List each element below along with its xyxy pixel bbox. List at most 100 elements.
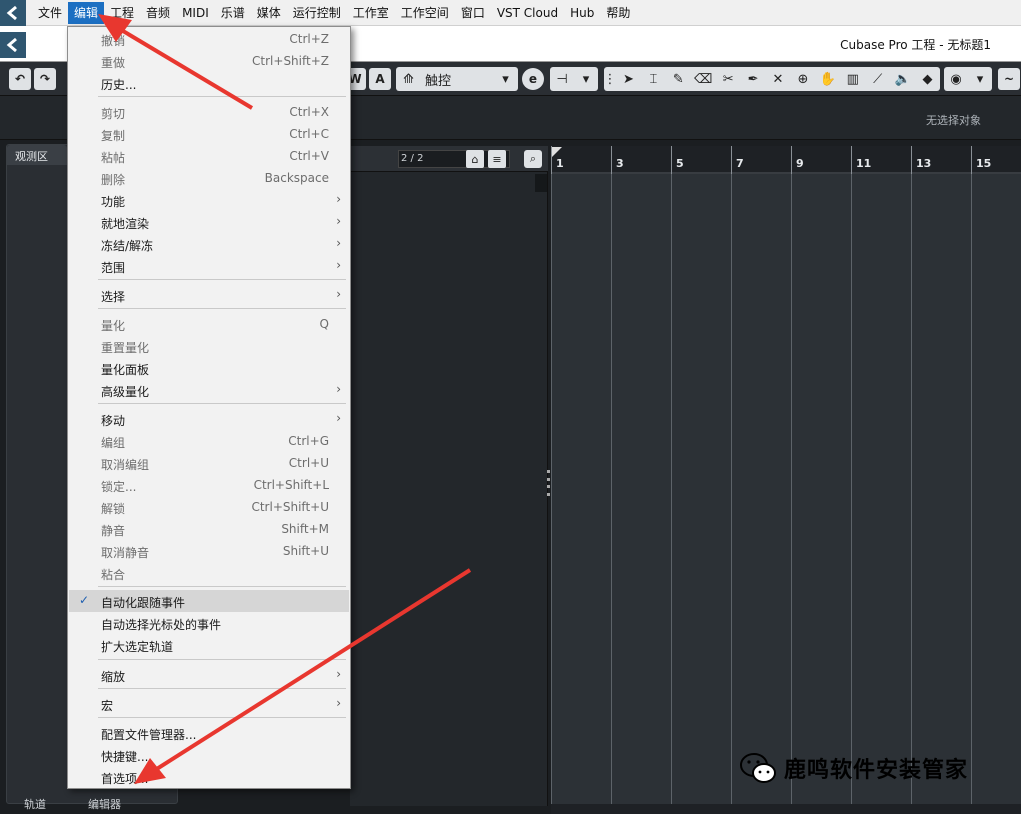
ruler-bar-label: 5 [676, 157, 684, 170]
range-tool-icon[interactable]: ⌶ [641, 67, 666, 91]
automation-mode-label: 触控 [425, 73, 452, 89]
color-select[interactable]: ◉ ▾ [944, 67, 992, 91]
menu-project[interactable]: 工程 [104, 2, 140, 24]
menu-item-unmute[interactable]: 取消静音 Shift+U [69, 540, 349, 562]
horizontal-scrollbar[interactable] [551, 804, 1021, 814]
snap-group[interactable]: ⊣ ▾ [550, 67, 598, 91]
menu-item-history[interactable]: 历史... [69, 72, 349, 94]
menu-item-automation-follows-events[interactable]: ✓ 自动化跟随事件 [69, 590, 349, 612]
menu-file[interactable]: 文件 [32, 2, 68, 24]
menu-item-select[interactable]: 选择 › [69, 284, 349, 306]
chevron-down-icon: ▾ [976, 71, 984, 87]
menu-audio[interactable]: 音频 [140, 2, 176, 24]
undo-button[interactable]: ↶ [9, 68, 31, 90]
menu-item-zoom[interactable]: 缩放 › [69, 664, 349, 686]
menu-item-enlarge-selected-track[interactable]: 扩大选定轨道 [69, 634, 349, 656]
comp-tool-icon[interactable]: ▥ [840, 67, 865, 91]
curve-button[interactable]: ~ [998, 68, 1020, 90]
chevron-right-icon: › [336, 696, 341, 710]
ruler-bar-label: 15 [976, 157, 992, 170]
track-list-icon[interactable]: ≡ [488, 150, 506, 168]
menu-item-mute[interactable]: 静音 Shift+M [69, 518, 349, 540]
pencil-tool-icon[interactable]: ✎ [666, 67, 691, 91]
menu-item-render-in-place[interactable]: 就地渲染 › [69, 211, 349, 233]
menu-midi[interactable]: MIDI [176, 2, 215, 24]
checkmark-icon: ✓ [79, 593, 90, 607]
menu-edit[interactable]: 编辑 [68, 1, 105, 24]
menu-item-auto-select-events[interactable]: 自动选择光标处的事件 [69, 612, 349, 634]
menu-item-freeze[interactable]: 冻结/解冻 › [69, 233, 349, 255]
menu-item-profile-manager[interactable]: 配置文件管理器... [69, 722, 349, 744]
automation-icon: ⟰ [403, 71, 414, 87]
search-icon[interactable]: ⌕ [524, 150, 542, 168]
menu-window[interactable]: 窗口 [455, 2, 491, 24]
menu-item-range[interactable]: 范围 › [69, 255, 349, 277]
menu-item-reset-quantize[interactable]: 重置量化 [69, 335, 349, 357]
menu-item-preferences[interactable]: 首选项... [69, 766, 349, 788]
scissors-tool-icon[interactable]: ✂ [716, 67, 741, 91]
tab-editor[interactable]: 编辑器 [88, 796, 121, 814]
menu-item-advanced-quantize[interactable]: 高级量化 › [69, 379, 349, 401]
event-display[interactable] [551, 174, 1021, 806]
glue-tool-icon[interactable]: ✒ [741, 67, 766, 91]
tools-group: ⋮ ➤ ⌶ ✎ ⌫ ✂ ✒ ✕ ⊕ ✋ ▥ ⟋ 🔈 ◆ [604, 67, 940, 91]
menu-item-quantize-panel[interactable]: 量化面板 [69, 357, 349, 379]
menu-item-redo[interactable]: 重做 Ctrl+Shift+Z [69, 50, 349, 72]
wechat-icon [740, 753, 776, 783]
chevron-right-icon: › [336, 411, 341, 425]
chevron-right-icon: › [336, 287, 341, 301]
eraser-tool-icon[interactable]: ⌫ [691, 67, 716, 91]
menu-item-cut[interactable]: 剪切 Ctrl+X [69, 101, 349, 123]
menu-item-ungroup[interactable]: 取消编组 Ctrl+U [69, 452, 349, 474]
menu-item-lock[interactable]: 锁定... Ctrl+Shift+L [69, 474, 349, 496]
a-button[interactable]: A [369, 68, 391, 90]
menu-item-delete[interactable]: 删除 Backspace [69, 167, 349, 189]
menu-vst-cloud[interactable]: VST Cloud [491, 2, 564, 24]
pointer-tool-icon[interactable]: ➤ [616, 67, 641, 91]
menu-score[interactable]: 乐谱 [215, 2, 251, 24]
mute-tool-icon[interactable]: ✕ [766, 67, 791, 91]
speaker-tool-icon[interactable]: 🔈 [890, 67, 915, 91]
menu-help[interactable]: 帮助 [600, 2, 636, 24]
window-title: Cubase Pro 工程 - 无标题1 [840, 38, 991, 52]
menu-bar: 文件 编辑 工程 音频 MIDI 乐谱 媒体 运行控制 工作室 工作空间 窗口 … [0, 0, 1021, 26]
ruler-bar-label: 13 [916, 157, 932, 170]
track-visibility-icon[interactable]: ⌂ [466, 150, 484, 168]
menu-workspaces[interactable]: 工作空间 [395, 2, 455, 24]
chevron-down-icon: ▾ [502, 71, 509, 87]
menu-item-unlock[interactable]: 解锁 Ctrl+Shift+U [69, 496, 349, 518]
automation-mode-select[interactable]: ⟰ 触控 ▾ [396, 67, 518, 91]
menu-transport[interactable]: 运行控制 [287, 2, 347, 24]
menu-hub[interactable]: Hub [564, 2, 600, 24]
palette-icon: ◉ [950, 71, 962, 87]
color-tool-icon[interactable]: ◆ [915, 67, 940, 91]
tab-tracks[interactable]: 轨道 [24, 796, 46, 814]
e-button[interactable]: e [522, 68, 544, 90]
chevron-right-icon: › [336, 258, 341, 272]
menu-item-undo[interactable]: 撤销 Ctrl+Z [69, 28, 349, 50]
hand-tool-icon[interactable]: ✋ [815, 67, 840, 91]
menu-item-functions[interactable]: 功能 › [69, 189, 349, 211]
menu-item-paste[interactable]: 粘帖 Ctrl+V [69, 145, 349, 167]
tab-inspector[interactable]: 观测区 [7, 145, 67, 165]
timeline-ruler[interactable]: 1 3 5 7 9 11 13 15 [551, 146, 1021, 174]
ruler-bar-label: 1 [556, 157, 564, 170]
menu-studio[interactable]: 工作室 [347, 2, 395, 24]
menu-media[interactable]: 媒体 [251, 2, 287, 24]
menu-item-move[interactable]: 移动 › [69, 408, 349, 430]
menu-item-macros[interactable]: 宏 › [69, 693, 349, 715]
menu-item-glue[interactable]: 粘合 [69, 562, 349, 584]
redo-button[interactable]: ↷ [34, 68, 56, 90]
chevron-right-icon: › [336, 236, 341, 250]
scrollbar[interactable] [535, 174, 547, 192]
menu-item-quantize[interactable]: 量化 Q [69, 313, 349, 335]
cycle-marker-icon [552, 147, 562, 157]
cubase-logo-icon[interactable] [0, 0, 26, 26]
line-tool-icon[interactable]: ⟋ [865, 67, 890, 91]
zoom-tool-icon[interactable]: ⊕ [790, 67, 815, 91]
chevron-right-icon: › [336, 382, 341, 396]
menu-item-key-commands[interactable]: 快捷键... [69, 744, 349, 766]
ruler-bar-label: 3 [616, 157, 624, 170]
menu-item-copy[interactable]: 复制 Ctrl+C [69, 123, 349, 145]
menu-item-group[interactable]: 编组 Ctrl+G [69, 430, 349, 452]
